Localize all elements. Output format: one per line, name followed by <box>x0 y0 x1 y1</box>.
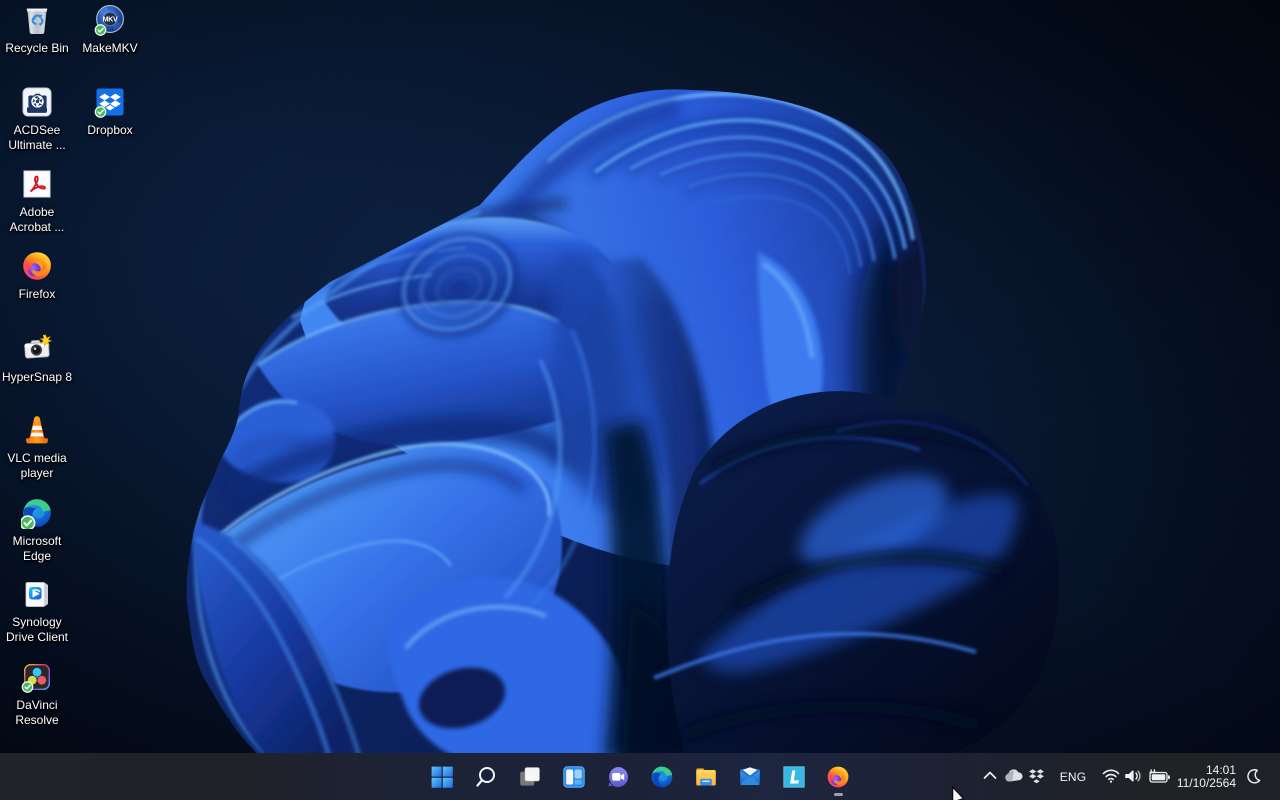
svg-text:MKV: MKV <box>103 17 118 24</box>
